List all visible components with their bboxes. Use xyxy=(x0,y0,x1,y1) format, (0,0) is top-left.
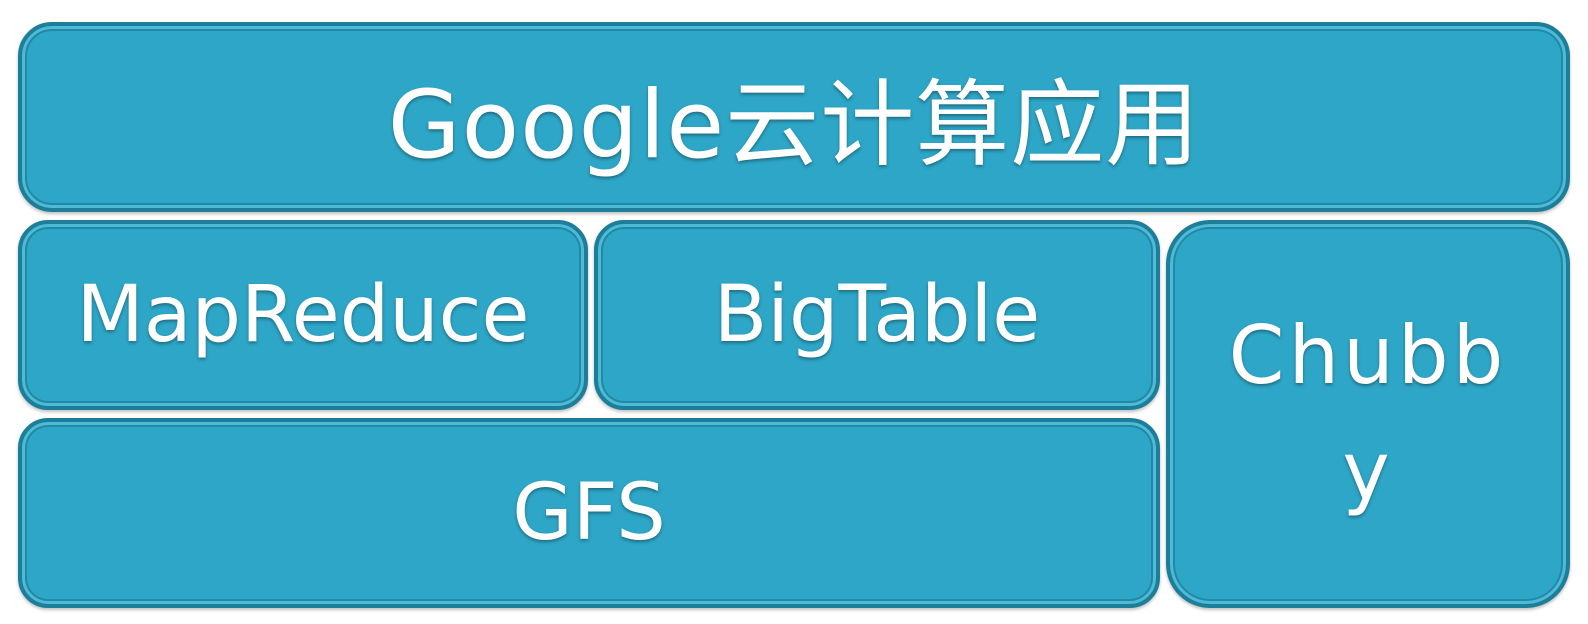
mapreduce-label: MapReduce xyxy=(76,270,530,360)
bigtable-label: BigTable xyxy=(713,270,1041,360)
chubby-label: Chubby xyxy=(1228,309,1508,518)
gfs-label: GFS xyxy=(512,468,666,558)
google-cloud-applications-label: Google云计算应用 xyxy=(387,71,1201,180)
chubby-block: Chubby xyxy=(1166,220,1570,608)
gfs-block: GFS xyxy=(18,418,1160,608)
bigtable-block: BigTable xyxy=(594,220,1160,410)
google-cloud-applications-block: Google云计算应用 xyxy=(18,22,1570,212)
mapreduce-block: MapReduce xyxy=(18,220,588,410)
